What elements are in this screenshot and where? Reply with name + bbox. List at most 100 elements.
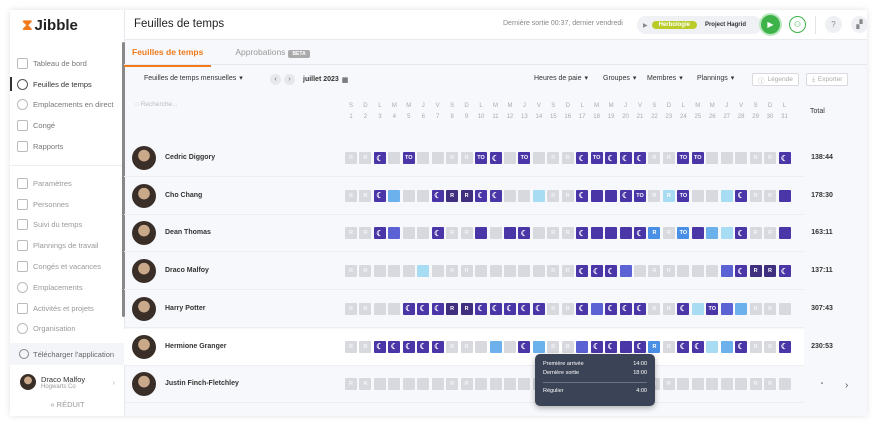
rest-day-cell[interactable]: R bbox=[460, 340, 473, 353]
employee-name[interactable]: Draco Malfoy bbox=[165, 267, 209, 274]
empty-day-cell[interactable] bbox=[373, 265, 386, 278]
partial-day-cell[interactable] bbox=[388, 189, 401, 202]
rest-day-cell[interactable]: R bbox=[359, 227, 372, 240]
rest-day-cell[interactable]: R bbox=[662, 340, 675, 353]
employee-name[interactable]: Harry Potter bbox=[165, 305, 205, 312]
time-off-cell[interactable]: TO bbox=[677, 227, 690, 240]
rest-day-cell[interactable]: R bbox=[345, 227, 357, 240]
empty-day-cell[interactable] bbox=[518, 189, 531, 202]
empty-day-cell[interactable] bbox=[532, 152, 545, 164]
night-shift-cell[interactable]: ☾ bbox=[489, 189, 502, 202]
employee-name[interactable]: Hermione Granger bbox=[165, 343, 226, 350]
rest-day-cell[interactable]: R bbox=[648, 340, 661, 353]
night-shift-cell[interactable]: ☾ bbox=[475, 302, 488, 315]
rest-day-cell[interactable]: R bbox=[460, 189, 473, 202]
night-shift-cell[interactable]: ☾ bbox=[605, 340, 618, 353]
empty-day-cell[interactable] bbox=[706, 152, 719, 164]
empty-day-cell[interactable] bbox=[373, 378, 386, 391]
rest-day-cell[interactable]: R bbox=[648, 227, 661, 240]
sidebar-item-emplacements[interactable]: Emplacements bbox=[10, 277, 125, 298]
empty-day-cell[interactable] bbox=[677, 265, 690, 278]
partial-day-cell[interactable] bbox=[532, 189, 545, 202]
worked-day-cell[interactable] bbox=[388, 227, 401, 240]
next-month-button[interactable]: › bbox=[284, 74, 295, 85]
user-profile[interactable]: Draco Malfoy Hogwarts Co › bbox=[10, 367, 125, 397]
time-off-cell[interactable]: TO bbox=[706, 302, 719, 315]
night-shift-cell[interactable]: ☾ bbox=[373, 152, 386, 164]
rest-day-cell[interactable]: R bbox=[359, 152, 372, 164]
rest-day-cell[interactable]: R bbox=[662, 378, 675, 391]
empty-day-cell[interactable] bbox=[720, 152, 733, 164]
night-shift-cell[interactable]: ☾ bbox=[778, 340, 791, 353]
notifications-icon[interactable]: ▞ bbox=[851, 16, 867, 33]
worked-day-cell[interactable] bbox=[475, 227, 488, 240]
empty-day-cell[interactable] bbox=[431, 152, 444, 164]
worked-day-cell[interactable] bbox=[590, 189, 603, 202]
rest-day-cell[interactable]: R bbox=[764, 378, 777, 391]
empty-day-cell[interactable] bbox=[417, 378, 430, 391]
night-shift-cell[interactable]: ☾ bbox=[735, 227, 748, 240]
night-shift-cell[interactable]: ☾ bbox=[532, 302, 545, 315]
sidebar-item-tableau-de-bord[interactable]: Tableau de bord bbox=[10, 53, 125, 74]
night-shift-cell[interactable]: ☾ bbox=[431, 340, 444, 353]
rest-day-cell[interactable]: R bbox=[359, 340, 372, 353]
rest-day-cell[interactable]: R bbox=[345, 378, 357, 391]
sidebar-item-congés-et-vacances[interactable]: Congés et vacances bbox=[10, 256, 125, 277]
rest-day-cell[interactable]: R bbox=[547, 152, 560, 164]
empty-day-cell[interactable] bbox=[691, 378, 704, 391]
night-shift-cell[interactable]: ☾ bbox=[735, 189, 748, 202]
empty-day-cell[interactable] bbox=[691, 265, 704, 278]
month-label[interactable]: juillet 2023 bbox=[303, 76, 339, 83]
night-shift-cell[interactable]: ☾ bbox=[518, 302, 531, 315]
prev-month-button[interactable]: ‹ bbox=[270, 74, 281, 85]
night-shift-cell[interactable]: ☾ bbox=[605, 302, 618, 315]
night-shift-cell[interactable]: ☾ bbox=[475, 189, 488, 202]
help-icon[interactable]: ? bbox=[825, 16, 842, 33]
rest-day-cell[interactable]: R bbox=[764, 189, 777, 202]
rest-day-cell[interactable]: R bbox=[648, 152, 661, 164]
rest-day-cell[interactable]: R bbox=[460, 302, 473, 315]
empty-day-cell[interactable] bbox=[518, 265, 531, 278]
rest-day-cell[interactable]: R bbox=[561, 227, 574, 240]
night-shift-cell[interactable]: ☾ bbox=[373, 227, 386, 240]
night-shift-cell[interactable]: ☾ bbox=[605, 152, 618, 164]
rest-day-cell[interactable]: R bbox=[446, 152, 459, 164]
empty-day-cell[interactable] bbox=[489, 378, 502, 391]
rest-day-cell[interactable]: R bbox=[345, 340, 357, 353]
night-shift-cell[interactable]: ☾ bbox=[677, 340, 690, 353]
filter-members[interactable]: Membres ▾ bbox=[647, 74, 683, 83]
empty-day-cell[interactable] bbox=[417, 227, 430, 240]
night-shift-cell[interactable]: ☾ bbox=[619, 302, 632, 315]
night-shift-cell[interactable]: ☾ bbox=[576, 152, 589, 164]
rest-day-cell[interactable]: R bbox=[460, 378, 473, 391]
night-shift-cell[interactable]: ☾ bbox=[576, 227, 589, 240]
partial-day-cell[interactable] bbox=[720, 189, 733, 202]
partial-day-cell[interactable] bbox=[720, 340, 733, 353]
rest-day-cell[interactable]: R bbox=[446, 227, 459, 240]
rest-day-cell[interactable]: R bbox=[764, 265, 777, 278]
rest-day-cell[interactable]: R bbox=[345, 152, 357, 164]
rest-day-cell[interactable]: R bbox=[547, 340, 560, 353]
night-shift-cell[interactable]: ☾ bbox=[402, 302, 415, 315]
night-shift-cell[interactable]: ☾ bbox=[691, 340, 704, 353]
empty-day-cell[interactable] bbox=[388, 378, 401, 391]
worked-day-cell[interactable] bbox=[590, 302, 603, 315]
rest-day-cell[interactable]: R bbox=[561, 265, 574, 278]
rest-day-cell[interactable]: R bbox=[749, 302, 762, 315]
rest-day-cell[interactable]: R bbox=[749, 265, 762, 278]
night-shift-cell[interactable]: ☾ bbox=[431, 227, 444, 240]
empty-day-cell[interactable] bbox=[503, 340, 516, 353]
empty-day-cell[interactable] bbox=[475, 378, 488, 391]
sidebar-item-activités-et-projets[interactable]: Activités et projets bbox=[10, 298, 125, 319]
worked-day-cell[interactable] bbox=[778, 189, 791, 202]
rest-day-cell[interactable]: R bbox=[345, 265, 357, 278]
partial-day-cell[interactable] bbox=[691, 302, 704, 315]
rest-day-cell[interactable]: R bbox=[749, 340, 762, 353]
night-shift-cell[interactable]: ☾ bbox=[778, 152, 791, 164]
empty-day-cell[interactable] bbox=[706, 378, 719, 391]
rest-day-cell[interactable]: R bbox=[662, 302, 675, 315]
sidebar-item-suivi-du-temps[interactable]: Suivi du temps bbox=[10, 215, 125, 236]
empty-day-cell[interactable] bbox=[503, 152, 516, 164]
empty-day-cell[interactable] bbox=[475, 265, 488, 278]
filter-schedules[interactable]: Plannings ▾ bbox=[697, 74, 734, 83]
